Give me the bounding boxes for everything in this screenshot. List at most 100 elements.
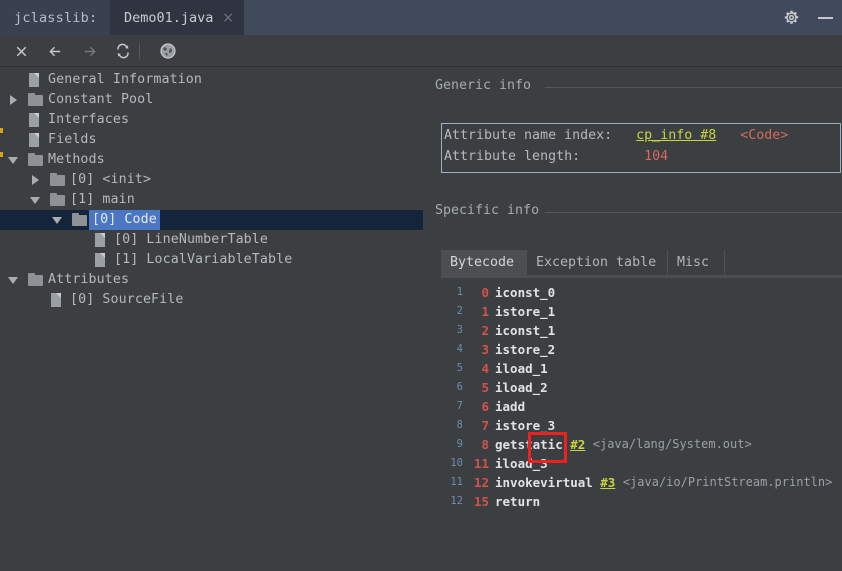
tab-label: Bytecode — [450, 255, 515, 270]
tab-bytecode[interactable]: Bytecode — [441, 250, 527, 275]
bytecode-listing[interactable]: 1 0 iconst_0 2 1 istore_1 3 2 iconst_1 4 3 istore_2… — [441, 283, 842, 571]
tab-misc[interactable]: Misc — [668, 250, 725, 275]
tree-row-label: [1] LocalVariableTable — [114, 252, 293, 267]
tree-row[interactable]: Constant Pool — [0, 90, 423, 110]
folder-icon — [28, 93, 44, 106]
generic-info-box: Attribute name index: cp_info #8 <Code> … — [441, 123, 841, 173]
bytecode-line-number: 7 — [456, 400, 463, 412]
editor-tab-label: Demo01.java — [124, 9, 214, 26]
window-tab-bar: jclasslib: Demo01.java × — [0, 0, 842, 35]
bytecode-line[interactable]: 12 15 return — [441, 492, 842, 511]
bytecode-line[interactable]: 5 4 iload_1 — [441, 359, 842, 378]
chevron-down-icon[interactable] — [8, 154, 20, 166]
folder-icon — [50, 173, 66, 186]
folder-icon — [50, 193, 66, 206]
tree-row[interactable]: [0] <init> — [0, 170, 423, 190]
attribute-name-index-row: Attribute name index: cp_info #8 <Code> — [444, 128, 788, 143]
back-icon[interactable] — [42, 38, 68, 64]
bytecode-line[interactable]: 6 5 iload_2 — [441, 378, 842, 397]
bytecode-opcode: return — [495, 494, 541, 509]
tree-row[interactable]: Interfaces — [0, 110, 423, 130]
file-icon — [94, 253, 106, 267]
chevron-right-icon[interactable] — [8, 94, 20, 106]
bytecode-opcode: istore_1 — [495, 304, 556, 319]
tree-row[interactable]: Fields — [0, 130, 423, 150]
chevron-down-icon[interactable] — [52, 214, 64, 226]
bytecode-line-number: 2 — [456, 305, 463, 317]
bytecode-line[interactable]: 7 6 iadd — [441, 397, 842, 416]
constant-pool-ref[interactable]: #2 — [570, 435, 585, 454]
bytecode-opcode: iconst_0 — [495, 285, 556, 300]
bytecode-offset: 12 — [473, 475, 489, 490]
bytecode-line[interactable]: 11 12 invokevirtual #3 <java/io/PrintStream.… — [441, 473, 842, 492]
tree-row[interactable]: [1] LocalVariableTable — [0, 250, 423, 270]
bytecode-offset: 15 — [473, 494, 489, 509]
bytecode-opcode: istore_2 — [495, 342, 556, 357]
attribute-length-label: Attribute length: — [444, 149, 581, 164]
chevron-right-icon[interactable] — [30, 174, 42, 186]
close-icon-svg — [16, 46, 26, 56]
chevron-down-icon[interactable] — [8, 274, 20, 286]
bytecode-line[interactable]: 2 1 istore_1 — [441, 302, 842, 321]
tab-exception-table[interactable]: Exception table — [527, 250, 668, 275]
bytecode-line[interactable]: 9 8 getstatic #2 <java/lang/System.out> — [441, 435, 842, 454]
file-icon — [94, 233, 106, 247]
close-icon[interactable]: × — [222, 11, 234, 25]
bytecode-opcode: iload_1 — [495, 361, 548, 376]
bytecode-offset: 8 — [481, 437, 489, 452]
bytecode-offset: 4 — [481, 361, 489, 376]
chevron-down-icon[interactable] — [30, 194, 42, 206]
folder-icon — [28, 153, 44, 166]
gear-icon[interactable] — [776, 0, 806, 35]
gear-icon-svg — [784, 10, 798, 24]
bytecode-offset: 3 — [481, 342, 489, 357]
reload-icon[interactable] — [110, 38, 136, 64]
file-icon — [28, 113, 40, 127]
bytecode-line[interactable]: 3 2 iconst_1 — [441, 321, 842, 340]
tree-row-label: [1] main — [70, 192, 135, 207]
tree-row-label: Attributes — [48, 272, 130, 287]
bytecode-opcode: iadd — [495, 399, 526, 414]
constant-pool-ref[interactable]: #3 — [600, 473, 615, 492]
browser-icon[interactable] — [155, 38, 181, 64]
minimize-icon[interactable] — [810, 0, 840, 35]
bytecode-offset: 5 — [481, 380, 489, 395]
folder-icon — [28, 273, 44, 286]
bytecode-opcode: iload_2 — [495, 380, 548, 395]
bytecode-line[interactable]: 1 0 iconst_0 — [441, 283, 842, 302]
bytecode-line-number: 1 — [456, 286, 463, 298]
bytecode-line-number: 9 — [456, 438, 463, 450]
tab-bar-empty-area — [244, 0, 842, 35]
bytecode-line[interactable]: 4 3 istore_2 — [441, 340, 842, 359]
toolbar-separator — [139, 43, 140, 59]
app-label: jclasslib: — [0, 0, 112, 35]
specific-info-tabs[interactable]: Bytecode Exception table Misc — [441, 250, 842, 275]
file-icon — [50, 293, 62, 307]
bytecode-line-number: 8 — [456, 419, 463, 431]
tree-row[interactable]: [0] Code — [0, 210, 423, 230]
editor-tab-demo01[interactable]: Demo01.java × — [110, 0, 244, 35]
bytecode-line[interactable]: 8 7 istore_3 — [441, 416, 842, 435]
tree-row-label: Interfaces — [48, 112, 130, 127]
bytecode-comment: <java/lang/System.out> — [592, 437, 752, 451]
tree-row[interactable]: [0] SourceFile — [0, 290, 423, 310]
tree-row[interactable]: [1] main — [0, 190, 423, 210]
forward-arrow-svg — [84, 46, 96, 56]
tree-row-label: [0] SourceFile — [70, 292, 184, 307]
bytecode-line-number: 6 — [456, 381, 463, 393]
tree-row[interactable]: General Information — [0, 70, 423, 90]
tree-row[interactable]: [0] LineNumberTable — [0, 230, 423, 250]
tree-row-label: [0] LineNumberTable — [114, 232, 269, 247]
bytecode-line[interactable]: 10 11 iload_3 — [441, 454, 842, 473]
class-structure-tree[interactable]: General Information Constant Pool Interfac… — [0, 68, 423, 571]
tree-row[interactable]: Attributes — [0, 270, 423, 290]
generic-info-rule — [545, 87, 842, 88]
cp-info-link[interactable]: cp_info #8 — [636, 128, 716, 143]
bytecode-offset: 2 — [481, 323, 489, 338]
forward-icon[interactable] — [76, 38, 102, 64]
bytecode-offset: 0 — [481, 285, 489, 300]
close-icon[interactable] — [8, 38, 34, 64]
generic-info-title: Generic info — [435, 78, 532, 93]
tree-row[interactable]: Methods — [0, 150, 423, 170]
tree-row-label: [0] <init> — [70, 172, 152, 187]
